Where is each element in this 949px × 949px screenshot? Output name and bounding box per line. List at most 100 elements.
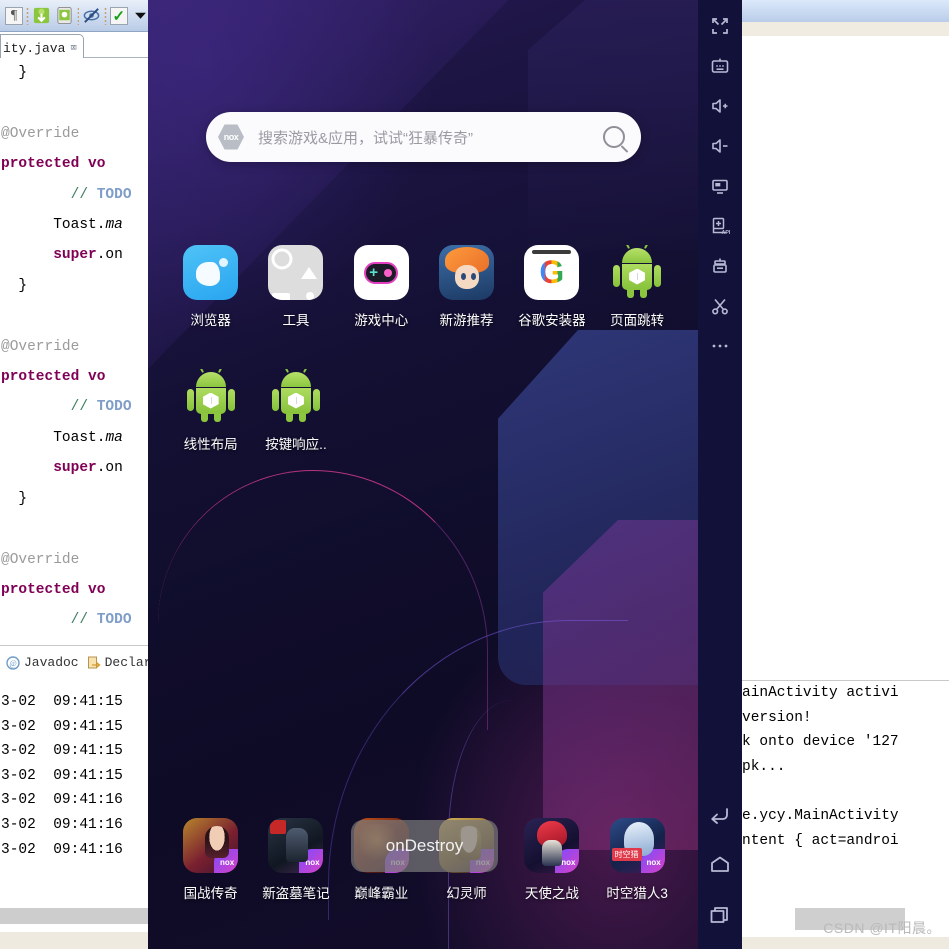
hide-disabled-icon[interactable] <box>81 5 102 27</box>
paragraph-mark-icon[interactable]: ¶ <box>4 5 24 27</box>
code-token: // <box>70 612 97 629</box>
code-token: ma <box>105 429 123 446</box>
android-robot-icon <box>271 371 320 422</box>
code-token: // <box>70 186 97 203</box>
app-icon-3[interactable]: 游戏中心 <box>339 245 424 329</box>
scissors-icon[interactable] <box>700 286 740 326</box>
app-label: 谷歌安装器 <box>518 313 586 328</box>
android-app-icon <box>610 245 665 300</box>
android-device-icon[interactable] <box>54 5 75 27</box>
search-input[interactable]: 搜索游戏&应用，试试“狂暴传奇” <box>258 127 603 148</box>
app-icon-2[interactable]: 工具 <box>253 245 338 329</box>
code-line: @Override <box>1 119 148 149</box>
code-line: // TODO <box>1 605 148 635</box>
ide-status-bar <box>0 932 148 949</box>
app-icon-1[interactable]: 浏览器 <box>168 245 253 329</box>
console-line: e.ycy.MainActivity <box>742 807 899 824</box>
code-token: TODO <box>96 399 132 416</box>
ide-right-chrome-top <box>742 0 949 22</box>
nox-badge-icon: nox <box>299 849 324 873</box>
app-icon-5[interactable]: G 谷歌安装器 <box>509 245 594 329</box>
nav-back-icon[interactable] <box>700 795 740 835</box>
code-token: // <box>70 399 97 416</box>
android-robot-icon <box>613 247 662 298</box>
dock-item-2[interactable]: nox 新盗墓笔记 <box>253 818 338 902</box>
search-icon[interactable] <box>603 126 625 148</box>
dock-label: 国战传奇 <box>183 886 238 901</box>
volume-down-icon[interactable] <box>700 126 740 166</box>
code-line: } <box>1 484 148 514</box>
game-tianshi-icon: nox <box>524 818 580 873</box>
javadoc-at-icon: @ <box>6 655 20 670</box>
keyboard-mapping-icon[interactable] <box>700 46 740 86</box>
tab-javadoc[interactable]: @ Javadoc <box>6 655 79 670</box>
app-icon-6[interactable]: 页面跳转 <box>594 245 679 329</box>
volume-up-icon[interactable] <box>700 86 740 126</box>
code-line: super.on <box>1 240 148 270</box>
console-line: 3-02 09:41:15 <box>1 767 123 784</box>
android-app-icon <box>268 369 323 424</box>
console-line: 3-02 09:41:16 <box>1 816 123 833</box>
app-label: 新游推荐 <box>439 313 494 328</box>
multi-instance-icon[interactable] <box>700 246 740 286</box>
app-label: 浏览器 <box>190 313 231 328</box>
code-token: .on <box>96 247 123 264</box>
nox-sidebar: APK <box>698 0 742 949</box>
run-check-icon[interactable]: ✓ <box>109 5 129 27</box>
toast-message: onDestroy <box>351 820 498 872</box>
android-app-icon <box>183 369 238 424</box>
horizontal-scrollbar[interactable] <box>0 908 148 924</box>
close-icon[interactable]: ⌧ <box>70 41 77 55</box>
screenshot-root: ¶ ✓ ity.java ⌧} @Override protected vo … <box>0 0 949 949</box>
code-line: protected vo <box>1 362 148 392</box>
android-home-screen[interactable]: nox 搜索游戏&应用，试试“狂暴传奇” 浏览器 工具 游戏中心 新游推荐 G 谷歌安装器… <box>148 0 698 949</box>
console-line: 3-02 09:41:15 <box>1 718 123 735</box>
code-token: protected vo <box>1 581 106 598</box>
dock-item-6[interactable]: 时空猎 nox 时空猎人3 <box>594 818 679 902</box>
console-log-right[interactable]: ainActivity activi version! k onto device … <box>742 680 949 908</box>
screenshot-display-icon[interactable] <box>700 166 740 206</box>
code-token: TODO <box>96 612 132 629</box>
app-icon-8[interactable]: 按键响应.. <box>253 369 338 453</box>
code-line: Toast.ma <box>1 423 148 453</box>
ide-toolbar: ¶ ✓ <box>0 0 150 32</box>
app-grid: 浏览器 工具 游戏中心 新游推荐 G 谷歌安装器 页面跳转线性布局 按键响应.. <box>168 245 680 493</box>
dock-item-5[interactable]: nox 天使之战 <box>509 818 594 902</box>
fullscreen-icon[interactable] <box>700 6 740 46</box>
nox-badge-icon: nox <box>555 849 580 873</box>
browser-icon <box>183 245 239 300</box>
console-log-left[interactable]: 3-02 09:41:15 3-02 09:41:15 3-02 09:41:15 3… <box>0 690 148 898</box>
nav-recents-icon[interactable] <box>700 895 740 935</box>
android-download-icon[interactable] <box>31 5 52 27</box>
install-apk-icon[interactable]: APK <box>700 206 740 246</box>
app-label: 页面跳转 <box>610 313 665 328</box>
dock-label: 幻灵师 <box>446 886 487 901</box>
game-guozhan-icon: nox <box>183 818 239 873</box>
code-line: super.on <box>1 453 148 483</box>
code-line: @Override <box>1 332 148 362</box>
more-options-icon[interactable] <box>700 326 740 366</box>
console-line: 3-02 09:41:16 <box>1 841 123 858</box>
code-editor[interactable]: } @Override protected vo // TODO Toast.ma… <box>0 58 148 638</box>
app-icon-7[interactable]: 线性布局 <box>168 369 253 453</box>
search-bar[interactable]: nox 搜索游戏&应用，试试“狂暴传奇” <box>206 112 641 162</box>
app-label: 线性布局 <box>183 437 238 452</box>
dock-item-1[interactable]: nox 国战传奇 <box>168 818 253 902</box>
app-icon-4[interactable]: 新游推荐 <box>424 245 509 329</box>
ide-view-tabs: @ Javadoc Declar <box>0 645 151 679</box>
editor-tab[interactable]: ity.java ⌧ <box>0 34 85 58</box>
code-token: } <box>18 277 28 294</box>
ide-right-chrome-strip <box>742 22 949 36</box>
tab-javadoc-label: Javadoc <box>24 655 79 670</box>
console-line: 3-02 09:41:15 <box>1 743 123 760</box>
code-token: protected vo <box>1 156 106 173</box>
csdn-watermark: CSDN @IT阳晨。 <box>823 920 941 936</box>
wallpaper-hexagon-bottom <box>543 520 698 850</box>
tools-folder-icon <box>268 245 324 300</box>
code-token: Toast. <box>53 217 106 234</box>
tab-declaration[interactable]: Declar <box>87 655 151 670</box>
new-game-icon <box>439 245 495 300</box>
nav-home-icon[interactable] <box>700 845 740 885</box>
app-label: 工具 <box>282 313 310 328</box>
nox-badge-icon: nox <box>640 849 665 873</box>
